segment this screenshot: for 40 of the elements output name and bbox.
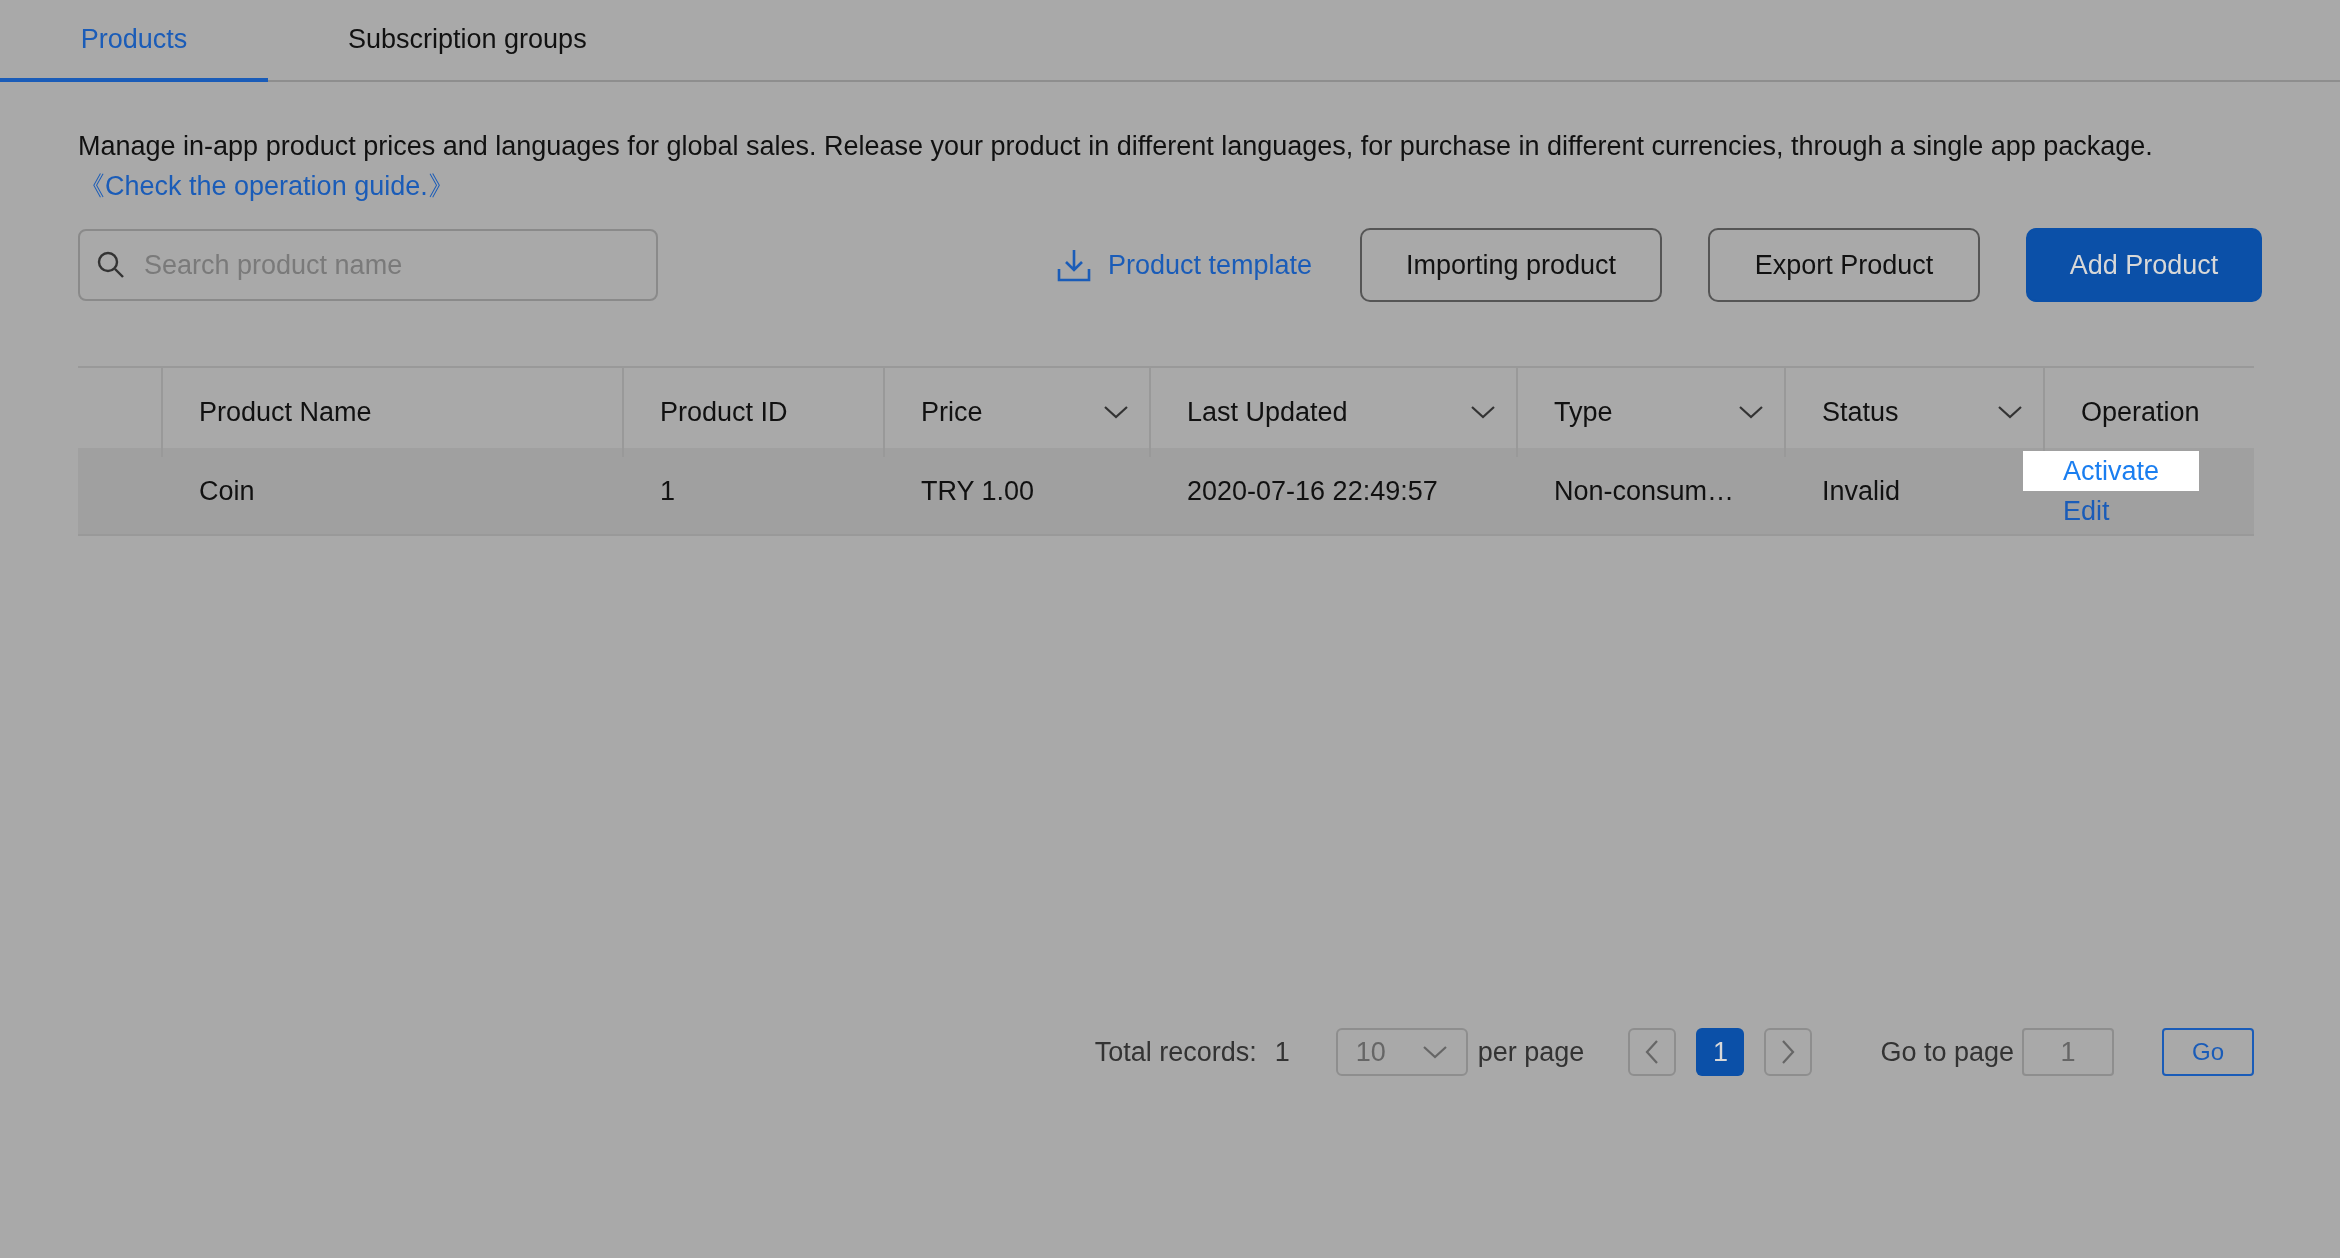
column-header: Status [1822, 396, 1900, 429]
column-header: Product Name [199, 396, 373, 429]
column-header: Price [921, 396, 984, 429]
total-records-label: Total records: [1094, 1035, 1257, 1069]
chevron-down-icon[interactable] [1470, 404, 1496, 421]
go-button[interactable]: Go [2162, 1028, 2254, 1076]
chevron-down-icon[interactable] [1997, 404, 2023, 421]
table-cell-text: Coin [199, 474, 255, 508]
action-button[interactable]: Export Product [1708, 228, 1980, 302]
operation-link[interactable]: Edit [2023, 491, 2110, 531]
chevron-down-icon[interactable] [1103, 404, 1129, 421]
action-button[interactable]: Importing product [1360, 228, 1662, 302]
download-icon [1055, 247, 1092, 283]
column-header: Operation [2081, 396, 2201, 429]
page-button[interactable]: 1 [1696, 1028, 1745, 1076]
table-cell-text: TRY 1.00 [921, 474, 1035, 508]
table-cell-text: 1 [660, 474, 676, 508]
column-header: Product ID [660, 396, 789, 429]
table-cell-text: Invalid [1822, 474, 1901, 508]
chevron-down-icon [1421, 1044, 1448, 1060]
chevron-down-icon[interactable] [1738, 404, 1764, 421]
chevron-right-icon [1780, 1039, 1797, 1065]
column-header: Last Updated [1187, 396, 1349, 429]
tab[interactable]: Subscription groups [268, 0, 667, 80]
add-product-button[interactable]: Add Product [2026, 228, 2262, 302]
operation-link[interactable]: Activate [2023, 451, 2200, 491]
search-icon [96, 250, 126, 280]
tab[interactable]: Products [0, 0, 268, 82]
per-page-label: per page [1477, 1035, 1585, 1069]
column-header: Type [1554, 396, 1614, 429]
chevron-left-icon [1644, 1039, 1661, 1065]
table-cell-text: Non-consum… [1554, 474, 1735, 508]
description-text: Manage in-app product prices and languages for global sales. Release your product in different languages, for purchase in different currencies, through a single app package. [78, 130, 2154, 163]
page-number-field[interactable]: 1 [2022, 1028, 2114, 1076]
total-records-count: 1 [1274, 1035, 1290, 1069]
template-download-link[interactable]: Product template [1055, 244, 1312, 286]
go-to-page-label: Go to page [1880, 1035, 2014, 1069]
guide-link[interactable]: 《Check the operation guide.》 [78, 166, 455, 206]
table-cell-text: 2020-07-16 22:49:57 [1187, 474, 1438, 508]
page-size-select[interactable]: 10 [1335, 1028, 1468, 1076]
